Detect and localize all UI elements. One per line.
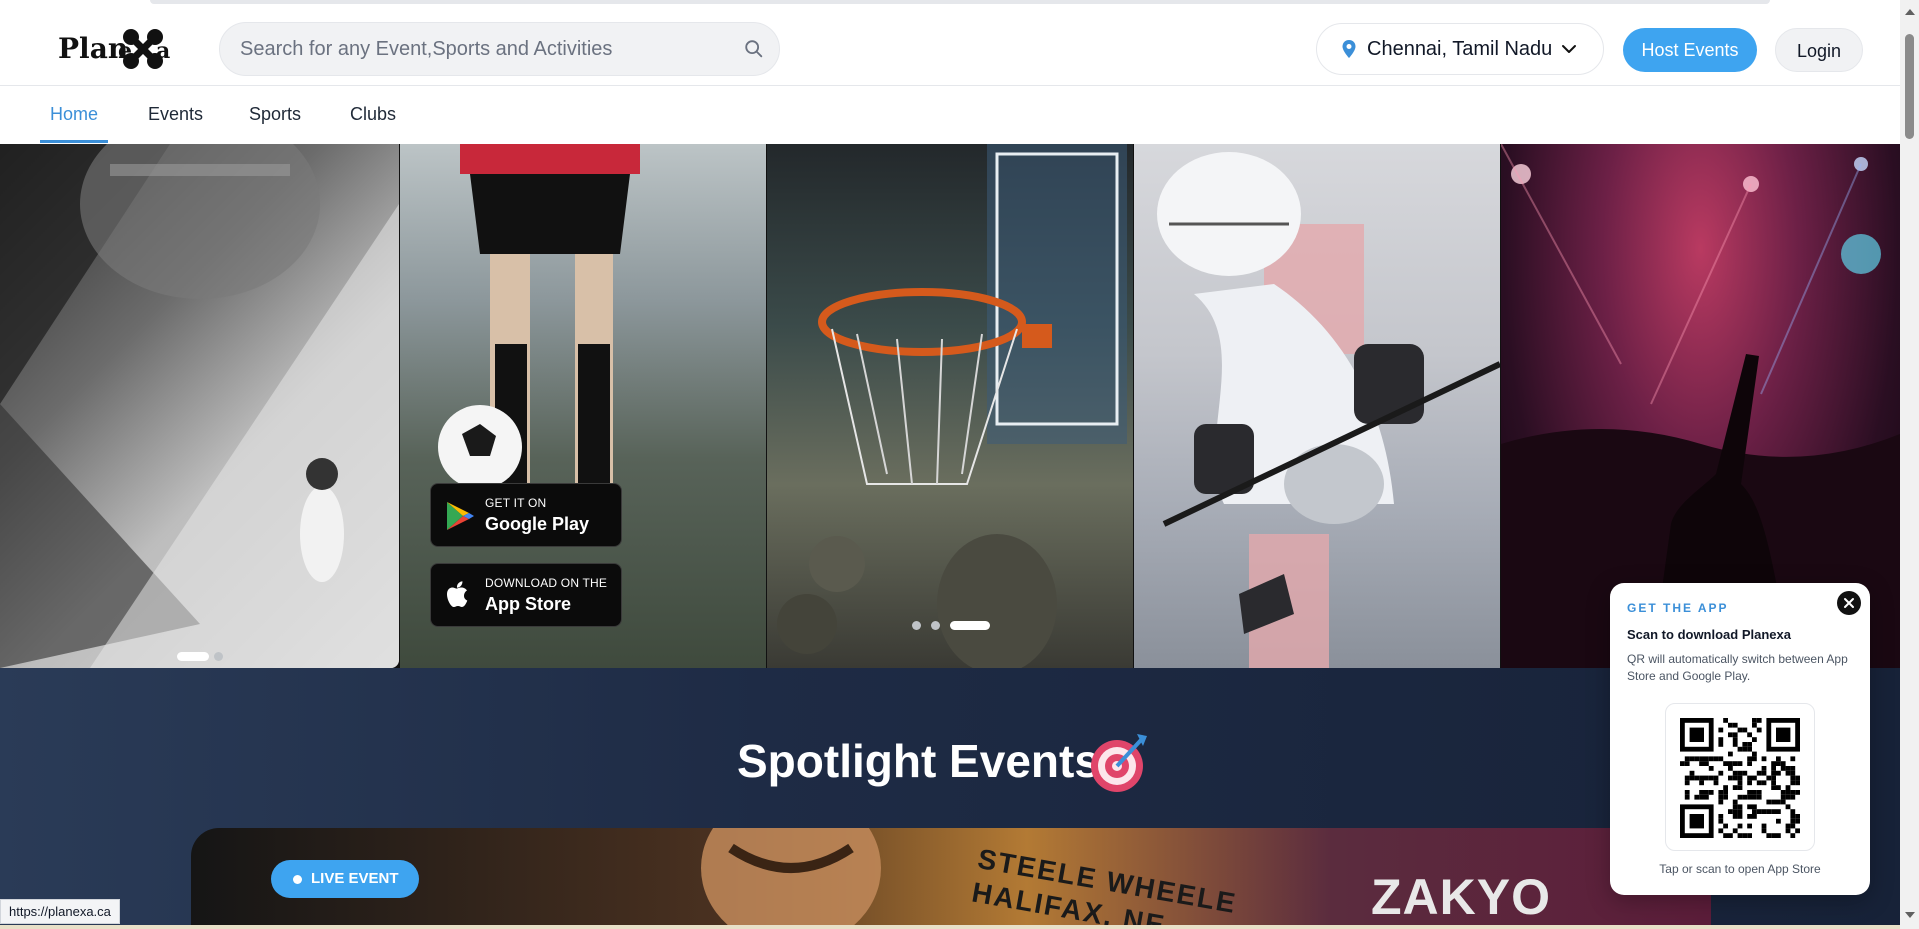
scroll-down-arrow-icon[interactable] [1905,912,1915,918]
popup-kicker: GET THE APP [1627,601,1729,615]
login-button[interactable]: Login [1775,28,1863,72]
svg-text:e: e [118,38,132,64]
apple-icon [445,580,471,615]
planexa-logo[interactable]: Plan e a [56,22,176,76]
hero-panel-hockey[interactable] [1134,144,1500,668]
app-store-big-label: App Store [485,594,572,614]
search-icon[interactable] [743,38,765,60]
event-performer-image [701,828,881,929]
location-selector[interactable]: Chennai, Tamil Nadu [1316,23,1604,75]
carousel-dot[interactable] [931,621,940,630]
get-app-popup: GET THE APP Scan to download Planexa QR … [1610,583,1870,895]
google-play-small-label: GET IT ON [485,496,547,510]
app-store-small-label: DOWNLOAD ON THE [485,576,608,590]
bottom-edge [0,925,1900,929]
location-label: Chennai, Tamil Nadu [1367,38,1553,60]
site-header: Plan e a Chennai, Tamil [0,12,1900,86]
browser-top-strip [0,0,1900,12]
status-bar-url: https://planexa.ca [0,899,120,924]
popup-description: QR will automatically switch between App… [1627,652,1848,683]
active-tab-indicator [40,140,108,143]
search-input[interactable] [240,23,720,75]
carousel-dot[interactable] [950,621,990,630]
map-pin-icon [1341,39,1357,64]
app-store-button[interactable]: DOWNLOAD ON THE App Store [430,563,622,627]
google-play-icon [445,500,475,537]
event-banner-text: STEELE WHEELE HALIFAX, NE [969,842,1240,929]
carousel-dot[interactable] [177,652,209,661]
target-icon [1087,730,1151,799]
chevron-down-icon [1561,42,1577,60]
tab-sports[interactable]: Sports [249,104,301,125]
page: Plan e a Chennai, Tamil [0,0,1919,929]
tab-home[interactable]: Home [50,104,98,125]
hero-panel-football-player[interactable] [0,144,399,668]
scrollbar-thumb[interactable] [1905,34,1914,139]
carousel-dot[interactable] [214,652,223,661]
vertical-scrollbar[interactable] [1900,0,1919,929]
popup-hint: Tap or scan to open App Store [1659,862,1821,876]
hero-panel-basketball[interactable] [767,144,1133,668]
google-play-button[interactable]: GET IT ON Google Play [430,483,622,547]
google-play-big-label: Google Play [485,514,590,534]
tab-clubs[interactable]: Clubs [350,104,396,125]
live-dot-icon [293,875,302,884]
event-brand-text: ZAKYO [1371,869,1551,925]
spotlight-event-card[interactable]: LIVE EVENT STEELE WHEELE HALIFAX, NE ZAK… [191,828,1711,929]
close-icon [1844,598,1854,608]
live-event-label: LIVE EVENT [311,870,399,887]
scroll-up-arrow-icon[interactable] [1905,9,1915,15]
search-bar [219,22,780,76]
live-event-badge: LIVE EVENT [271,860,419,898]
tab-events[interactable]: Events [148,104,203,125]
host-events-button[interactable]: Host Events [1623,28,1757,72]
svg-text:a: a [156,38,170,64]
hero-panel-soccer[interactable]: GET IT ON Google Play DOWNLOAD ON THE Ap… [400,144,766,668]
qr-code-icon [1680,718,1800,838]
popup-title: Scan to download Planexa [1627,627,1791,642]
carousel-dot[interactable] [912,621,921,630]
close-button[interactable] [1837,591,1861,615]
spotlight-title: Spotlight Events [737,735,1100,787]
qr-code[interactable] [1665,703,1815,851]
main-nav: Home Events Sports Clubs [0,86,1900,144]
